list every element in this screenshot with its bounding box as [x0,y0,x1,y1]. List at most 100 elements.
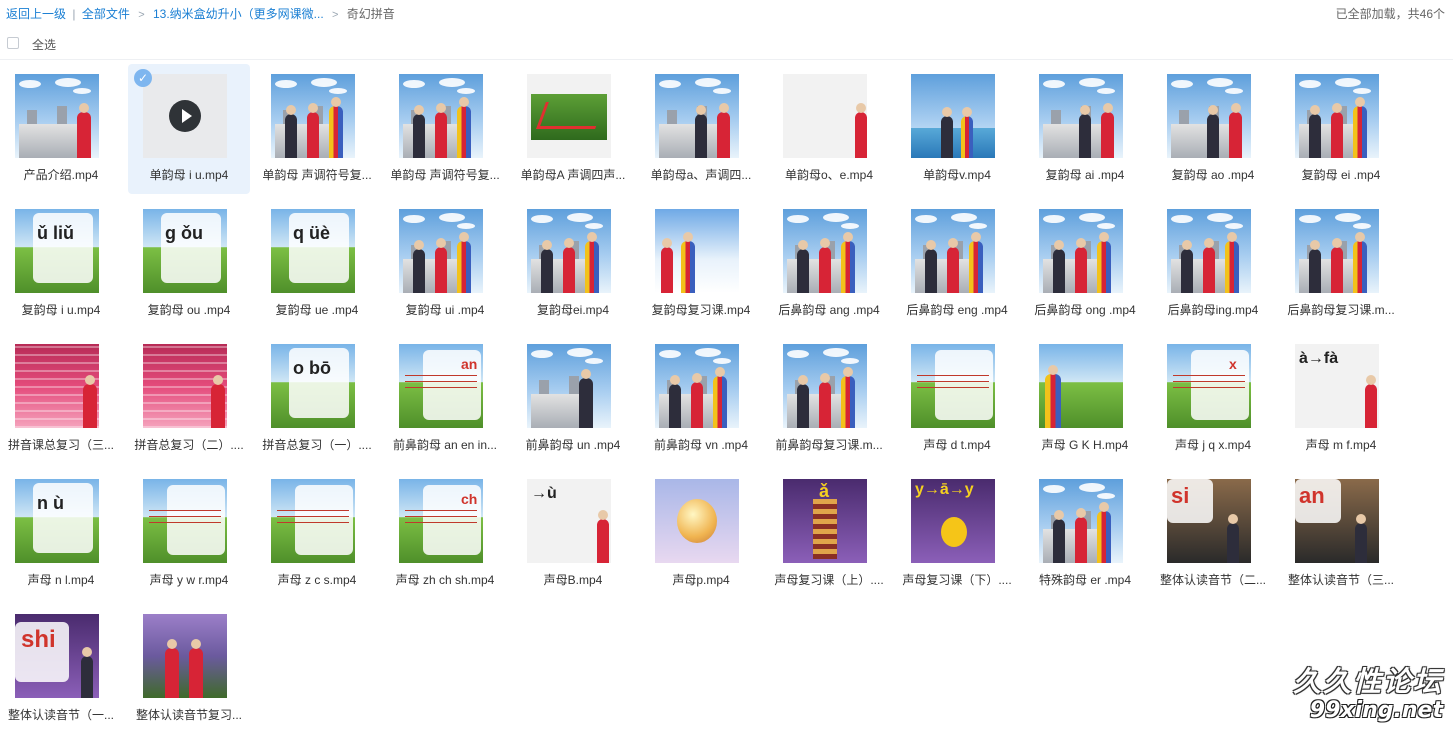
file-item[interactable]: 特殊韵母 er .mp4 [1024,469,1146,599]
file-item[interactable]: o bō 拼音总复习（一）.... [256,334,378,464]
file-thumbnail [655,209,739,293]
file-item[interactable]: 复韵母 ai .mp4 [1024,64,1146,194]
file-item[interactable]: 后鼻韵母ing.mp4 [1152,199,1274,329]
file-item[interactable]: 整体认读音节复习... [128,604,250,734]
file-item[interactable]: 复韵母 ui .mp4 [384,199,506,329]
cloud-shape [1097,493,1115,499]
file-item[interactable]: 单韵母A 声调四声... [512,64,634,194]
file-thumbnail [143,344,227,428]
file-item[interactable]: 前鼻韵母复习课.m... [768,334,890,464]
file-name: 前鼻韵母复习课.m... [775,438,883,452]
file-thumbnail [527,344,611,428]
file-item[interactable]: ǎ 声母复习课（上）.... [768,469,890,599]
file-item[interactable]: ch 声母 zh ch sh.mp4 [384,469,506,599]
presenter-figure [695,105,707,158]
file-item[interactable]: ǔ liǔ 复韵母 i u.mp4 [0,199,122,329]
four-line-grid [405,505,477,523]
file-name: 声母复习课（下）.... [902,573,1012,587]
presenter-figure [661,238,673,293]
file-item[interactable]: →ù 声母B.mp4 [512,469,634,599]
file-item[interactable]: n ù 声母 n l.mp4 [0,469,122,599]
cloud-shape [951,213,977,222]
file-name: 声母 j q x.mp4 [1174,438,1252,452]
forest-background [143,614,227,698]
file-item[interactable]: 单韵母a、声调四... [640,64,762,194]
file-item[interactable]: g ǒu 复韵母 ou .mp4 [128,199,250,329]
file-item[interactable]: 复韵母ei.mp4 [512,199,634,329]
cloud-shape [531,215,553,223]
cloud-shape [1225,223,1243,229]
castle-illustration [1043,241,1103,293]
file-thumbnail [911,209,995,293]
file-item[interactable]: 单韵母v.mp4 [896,64,1018,194]
file-item[interactable]: 复韵母复习课.mp4 [640,199,762,329]
presenter-figure [947,238,959,293]
presenter-figure [413,240,425,293]
select-all-checkbox[interactable] [7,37,19,49]
file-thumbnail [143,479,227,563]
file-item[interactable]: 声母 G K H.mp4 [1024,334,1146,464]
cloud-shape [659,350,681,358]
file-name: 后鼻韵母复习课.m... [1287,303,1395,317]
castle-illustration [787,241,847,293]
file-item[interactable]: an 前鼻韵母 an en in... [384,334,506,464]
file-item[interactable]: 复韵母 ei .mp4 [1280,64,1402,194]
thumbnail-text: n ù [37,493,64,513]
castle-illustration [1043,106,1103,158]
file-item[interactable]: an 整体认读音节（三... [1280,469,1402,599]
presenter-figure [819,373,831,428]
file-item[interactable]: 声母 z c s.mp4 [256,469,378,599]
presenter-figure [435,238,447,293]
file-item[interactable]: 拼音课总复习（三... [0,334,122,464]
presenter-figure [579,369,593,428]
lantern-illustration [677,499,717,543]
cloud-shape [1225,88,1243,94]
file-item[interactable]: 后鼻韵母 eng .mp4 [896,199,1018,329]
file-item[interactable]: 后鼻韵母 ang .mp4 [768,199,890,329]
file-item[interactable]: shi 整体认读音节（一... [0,604,122,734]
file-item[interactable]: 拼音总复习（二）.... [128,334,250,464]
file-item[interactable]: 后鼻韵母 ong .mp4 [1024,199,1146,329]
file-thumbnail [1295,74,1379,158]
watermark-url: 99xing.net [1309,698,1443,723]
presenter-figure [211,375,225,428]
file-item[interactable]: si 整体认读音节（二... [1152,469,1274,599]
file-name: 声母 zh ch sh.mp4 [395,573,495,587]
file-name: 声母 z c s.mp4 [277,573,357,587]
checkmark-icon[interactable]: ✓ [134,69,152,87]
presenter-figure [1309,240,1321,293]
presenter-figure [669,375,681,428]
all-files-link[interactable]: 全部文件 [82,7,130,21]
lake-water [911,128,995,158]
duck-illustration [941,517,967,547]
presenter-figure [1075,508,1087,563]
file-item[interactable]: 单韵母o、e.mp4 [768,64,890,194]
file-item[interactable]: 声母 y w r.mp4 [128,469,250,599]
file-item[interactable]: 前鼻韵母 vn .mp4 [640,334,762,464]
back-link[interactable]: 返回上一级 [6,7,66,21]
four-line-grid [149,505,221,523]
file-item[interactable]: 复韵母 ao .mp4 [1152,64,1274,194]
chevron-right-icon: > [138,9,145,21]
thumbnail-text: y→ā→y [915,481,974,498]
presenter-figure [1045,365,1061,428]
play-icon [169,100,201,132]
file-item[interactable]: x 声母 j q x.mp4 [1152,334,1274,464]
file-item[interactable]: y→ā→y 声母复习课（下）.... [896,469,1018,599]
presenter-figure [77,103,91,158]
file-item[interactable]: 单韵母 声调符号复... [256,64,378,194]
file-item[interactable]: 前鼻韵母 un .mp4 [512,334,634,464]
select-all-label[interactable]: 全选 [32,36,56,53]
file-item[interactable]: 产品介绍.mp4 [0,64,122,194]
file-item[interactable]: 声母 d t.mp4 [896,334,1018,464]
file-item[interactable]: q üè 复韵母 ue .mp4 [256,199,378,329]
file-item[interactable]: ✓ 单韵母 i u.mp4 [128,64,250,194]
file-item[interactable]: à→fà 声母 m f.mp4 [1280,334,1402,464]
file-item[interactable]: 单韵母 声调符号复... [384,64,506,194]
cloud-shape [1299,80,1321,88]
castle-illustration [531,241,591,293]
file-item[interactable]: 后鼻韵母复习课.m... [1280,199,1402,329]
cloud-shape [567,213,593,222]
file-item[interactable]: 声母p.mp4 [640,469,762,599]
parent-folder-link[interactable]: 13.纳米盒幼升小（更多网课微... [153,7,324,21]
